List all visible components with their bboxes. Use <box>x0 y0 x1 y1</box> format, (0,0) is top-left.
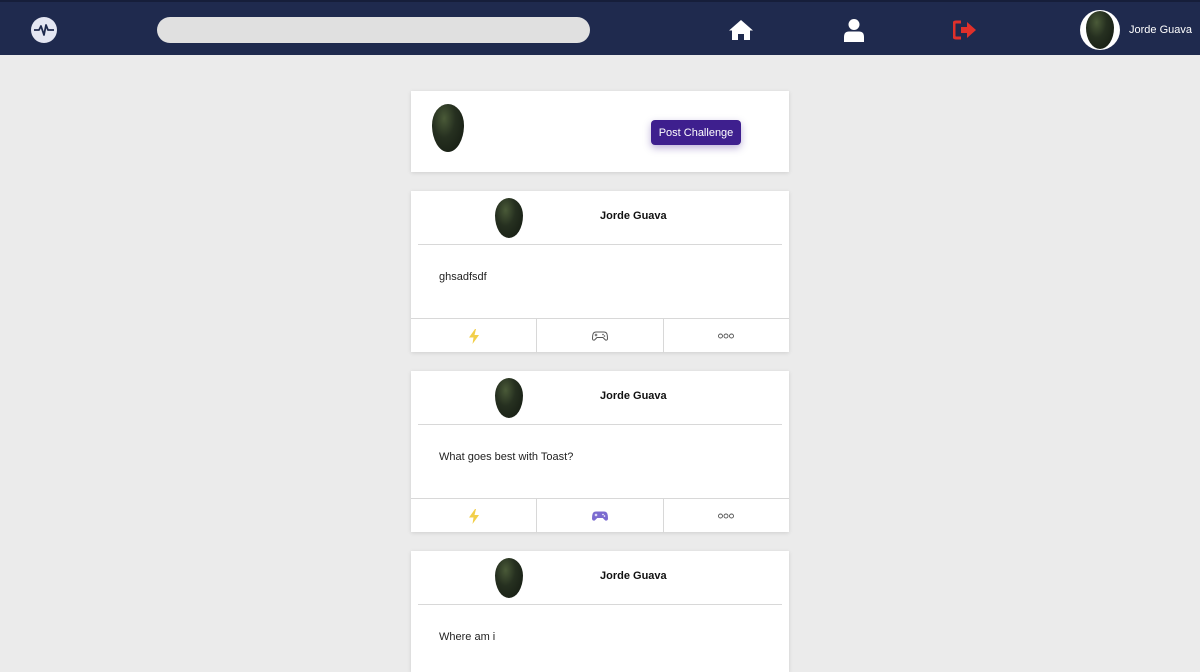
challenge-game-button[interactable] <box>537 319 664 353</box>
post-actions <box>411 498 789 533</box>
lightning-icon <box>468 328 479 344</box>
search-input[interactable] <box>157 17 590 43</box>
post-author: Jorde Guava <box>600 390 667 402</box>
challenge-game-button[interactable] <box>537 499 664 533</box>
home-button[interactable] <box>727 16 755 44</box>
post-body: Where am i <box>411 605 789 672</box>
post-text: What goes best with Toast? <box>439 451 574 463</box>
challenge-composer: Post Challenge <box>411 91 789 172</box>
nav-username: Jorde Guava <box>1129 24 1192 36</box>
post-challenge-button[interactable]: Post Challenge <box>651 120 741 145</box>
avatar <box>1080 10 1120 50</box>
gamepad-icon <box>591 331 608 341</box>
avatar <box>432 104 464 152</box>
post-author: Jorde Guava <box>600 570 667 582</box>
user-menu[interactable]: Jorde Guava <box>1080 10 1192 50</box>
lightning-icon <box>468 508 479 524</box>
avatar <box>495 378 523 418</box>
post-actions <box>411 318 789 353</box>
boost-button[interactable] <box>411 319 538 353</box>
logout-button[interactable] <box>951 16 979 44</box>
post-text: Where am i <box>439 631 496 643</box>
home-icon <box>729 20 753 40</box>
post-header: Jorde Guava <box>411 191 789 244</box>
top-navbar: Jorde Guava <box>0 0 1200 55</box>
post-header: Jorde Guava <box>411 551 789 604</box>
avatar <box>495 198 523 238</box>
avatar <box>495 558 523 598</box>
user-icon <box>844 19 864 42</box>
post-card: Jorde Guava What goes best with Toast? <box>411 371 789 533</box>
post-card: Jorde Guava Where am i <box>411 551 789 672</box>
more-options-button[interactable] <box>664 319 789 353</box>
post-text: ghsadfsdf <box>439 271 487 283</box>
profile-button[interactable] <box>840 16 868 44</box>
gamepad-icon <box>591 511 608 521</box>
pulse-icon[interactable] <box>31 17 57 43</box>
more-icon <box>718 513 735 519</box>
sign-out-icon <box>953 20 976 40</box>
boost-button[interactable] <box>411 499 538 533</box>
post-author: Jorde Guava <box>600 210 667 222</box>
post-body: ghsadfsdf <box>411 245 789 318</box>
post-body: What goes best with Toast? <box>411 425 789 498</box>
more-options-button[interactable] <box>664 499 789 533</box>
post-header: Jorde Guava <box>411 371 789 424</box>
post-card: Jorde Guava ghsadfsdf <box>411 191 789 353</box>
more-icon <box>718 333 735 339</box>
